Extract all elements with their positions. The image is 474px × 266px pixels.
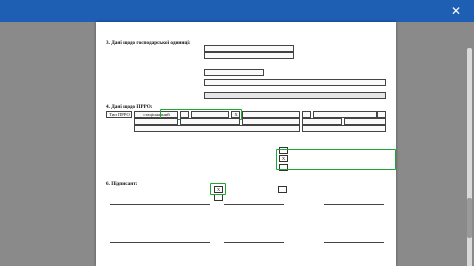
s4-base-value [134, 125, 300, 132]
s6-line-lower-3 [324, 242, 384, 243]
document-viewer[interactable]: 3. Дані щодо господарської одиниці: 4. Д… [0, 22, 474, 266]
s4-name-value [180, 118, 240, 125]
highlight-section-5 [276, 149, 396, 170]
s3-code-value [204, 52, 294, 59]
s6-line-lower-2 [224, 242, 284, 243]
s6-line-lower-1 [110, 242, 210, 243]
s6-sig-name [224, 204, 284, 205]
s3-name-value [204, 69, 264, 76]
s4-mark-empty-2 [302, 111, 311, 118]
s4-mark-empty-3 [377, 111, 386, 118]
s6-checkbox-rep [278, 186, 287, 193]
scrollbar-thumb[interactable] [467, 198, 472, 238]
highlight-signer [210, 183, 226, 195]
s3-id-value [204, 45, 294, 52]
s4-opt-internet [313, 111, 377, 118]
titlebar: ✕ [0, 0, 474, 22]
s6-checkbox-individual [214, 194, 223, 201]
s3-address-value [204, 79, 386, 86]
s3-extra-value [204, 92, 386, 99]
s4-serial-value [302, 118, 342, 125]
s4-serial-label [242, 118, 300, 125]
s6-sig-date [324, 204, 384, 205]
s4-name-label [134, 118, 178, 125]
s6-sig-id [110, 204, 210, 205]
s4-type-label: Тип ПРРО [106, 111, 132, 118]
s4-fiscal-label [344, 118, 386, 125]
s4-fiscal-value [302, 125, 386, 132]
section-6-title: 6. Підписант: [106, 181, 138, 187]
document-page: 3. Дані щодо господарської одиниці: 4. Д… [96, 22, 396, 266]
s4-opt-selfservice [242, 111, 300, 118]
document-preview-window: ✕ 3. Дані щодо господарської одиниці: 4.… [0, 0, 474, 266]
section-4-title: 4. Дані щодо ПРРО: [106, 104, 153, 110]
close-icon[interactable]: ✕ [448, 3, 464, 19]
vertical-scrollbar[interactable] [467, 48, 472, 266]
